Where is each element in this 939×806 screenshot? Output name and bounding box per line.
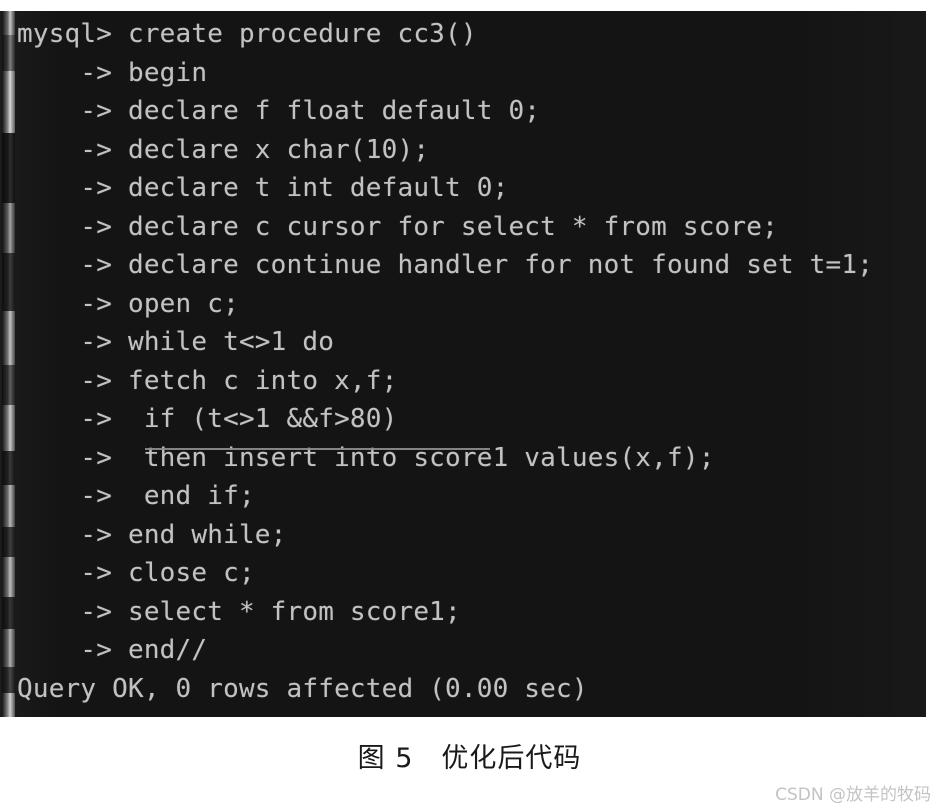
scrollbar-segment: [2, 629, 15, 667]
scrollbar-segment: [2, 667, 15, 693]
console-line: mysql> create procedure cc3(): [17, 19, 477, 49]
scrollbar-segment: [2, 405, 15, 451]
console-line: -> then insert into score1 values(x,f);: [17, 442, 715, 473]
console-line-highlighted: -> if (t<>1 &&f>80): [17, 404, 398, 434]
terminal-window: mysql> create procedure cc3() -> begin -…: [0, 11, 926, 717]
scrollbar-segment: [2, 311, 15, 365]
if-condition-underline-annotation: [145, 448, 490, 450]
console-line: -> end while;: [17, 519, 287, 550]
scrollbar-segment: [2, 451, 15, 485]
console-result-line: Query OK, 0 rows affected (0.00 sec): [17, 673, 588, 704]
scrollbar-segment: [2, 597, 15, 629]
figure-caption: 图 5 优化后代码: [357, 743, 582, 774]
console-line: -> open c;: [17, 288, 239, 319]
scrollbar-segment: [2, 203, 15, 253]
scrollbar-segment: [2, 557, 15, 597]
scrollbar-segment: [2, 693, 15, 717]
vertical-scrollbar[interactable]: [2, 11, 15, 717]
console-line: -> declare c cursor for select * from sc…: [17, 211, 778, 242]
console-line: -> declare x char(10);: [17, 134, 430, 165]
console-line: -> end//: [17, 635, 208, 665]
scrollbar-segment: [2, 11, 15, 35]
console-line: -> close c;: [17, 558, 255, 588]
console-line: -> declare f float default 0;: [17, 96, 541, 126]
scrollbar-segment: [2, 365, 15, 405]
console-line: -> declare t int default 0;: [17, 173, 509, 203]
console-line: -> select * from score1;: [17, 596, 461, 627]
scrollbar-segment: [2, 527, 15, 557]
scrollbar-segment: [2, 35, 15, 71]
console-output: mysql> create procedure cc3() -> begin -…: [17, 15, 922, 708]
console-line: -> declare continue handler for not foun…: [17, 250, 874, 280]
scrollbar-segment: [2, 133, 15, 203]
scrollbar-segment: [2, 253, 15, 311]
console-line: -> while t<>1 do: [17, 327, 335, 357]
console-line: -> fetch c into x,f;: [17, 365, 398, 396]
console-line: -> begin: [17, 57, 208, 88]
csdn-watermark: CSDN @放羊的牧码: [775, 785, 931, 805]
scrollbar-segment: [2, 485, 15, 527]
console-line: -> end if;: [17, 481, 255, 511]
scrollbar-segment: [2, 71, 15, 133]
